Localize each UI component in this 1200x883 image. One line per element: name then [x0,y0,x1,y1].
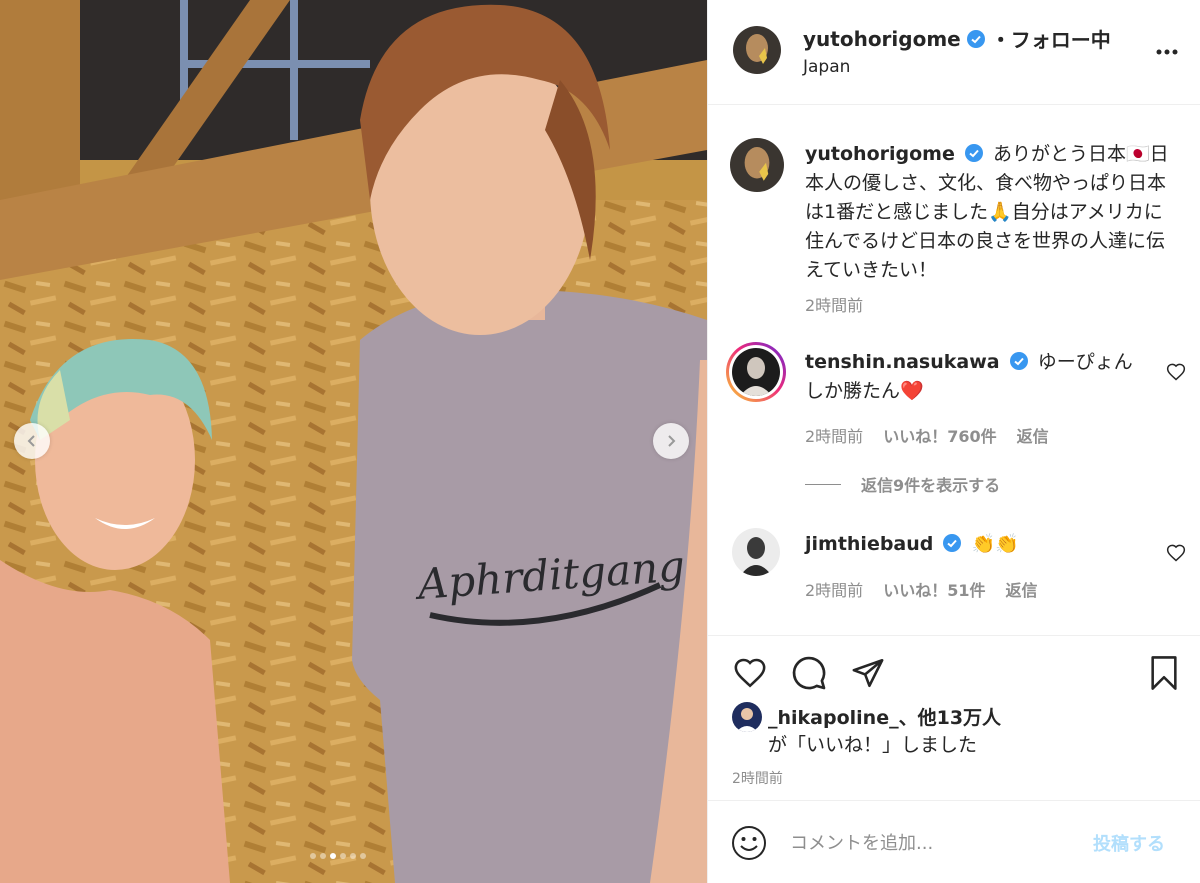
comment-meta: 2時間前 いいね！51件 返信 [805,577,1037,601]
post-timestamp[interactable]: 2時間前 [732,768,783,788]
post-comment-button[interactable]: 投稿する [1093,830,1165,856]
liker-username[interactable]: _hikapoline_ [768,707,899,729]
save-button[interactable] [1144,653,1184,693]
post-location[interactable]: Japan [803,57,850,77]
reply-button[interactable]: 返信 [1017,423,1049,447]
verified-badge-icon [1009,352,1028,370]
post-actions: _hikapoline_、他13万人 が「いいね！」しました 2時間前 [708,635,1200,795]
comment-item: tenshin.nasukawa ゆーぴょんしか勝たん❤️ [805,348,1145,406]
chevron-right-icon [668,435,676,447]
comments-list[interactable]: yutohorigome ありがとう日本🇯🇵日本人の優しさ、文化、食べ物やっぱり… [708,106,1200,634]
comment-avatar[interactable] [732,528,780,576]
follow-status[interactable]: ・フォロー中 [991,24,1111,53]
comment-likes[interactable]: いいね！760件 [883,423,996,447]
comment-time[interactable]: 2時間前 [805,423,863,447]
verified-badge-icon [966,29,985,48]
more-options-button[interactable] [1155,40,1179,64]
paper-plane-icon [852,658,884,688]
comment-button[interactable] [789,653,829,693]
view-replies-button[interactable]: 返信9件を表示する [805,472,1000,496]
author-username[interactable]: yutohorigome [803,27,961,51]
comment-username[interactable]: jimthiebaud [805,533,933,555]
carousel-dot [330,853,336,859]
comment-item: jimthiebaud 👏👏 [805,530,1145,559]
story-ring[interactable] [726,342,786,402]
chevron-left-icon [27,435,35,447]
comment-likes[interactable]: いいね！51件 [883,577,985,601]
heart-outline-icon [1166,363,1186,381]
emoji-button[interactable] [730,824,768,862]
comment-text: 👏👏 [971,533,1019,555]
comment-time[interactable]: 2時間前 [805,577,863,601]
likes-count[interactable]: 、他13万人 [899,707,1001,729]
post-side-panel: yutohorigome ・フォロー中 Japan yutohorigome あ… [707,0,1200,883]
replies-divider [805,483,841,485]
add-comment-bar: 投稿する [708,800,1200,883]
verified-badge-icon [964,144,983,162]
post-photo[interactable]: Aphrditgang [0,0,707,883]
heart-icon [734,658,766,688]
carousel-dots [310,853,366,859]
view-replies-label: 返信9件を表示する [861,476,1001,495]
caption-avatar[interactable] [730,138,784,192]
likes-summary: _hikapoline_、他13万人 が「いいね！」しました [768,705,1068,759]
verified-badge-icon [943,534,962,552]
comment-meta: 2時間前 いいね！760件 返信 [805,423,1049,447]
share-button[interactable] [848,653,888,693]
carousel-dot [320,853,326,859]
author-username-row: yutohorigome ・フォロー中 [803,24,1111,53]
smiley-icon [732,826,766,860]
carousel-dot [310,853,316,859]
carousel-next-button[interactable] [653,423,689,459]
author-avatar[interactable] [733,26,781,74]
comment-username[interactable]: tenshin.nasukawa [805,351,1000,373]
carousel-dot [340,853,346,859]
caption-username[interactable]: yutohorigome [805,143,955,165]
carousel-dot [360,853,366,859]
carousel-prev-button[interactable] [14,423,50,459]
comment-like-button[interactable] [1166,543,1188,565]
reply-button[interactable]: 返信 [1005,577,1037,601]
comment-like-button[interactable] [1166,362,1188,384]
like-button[interactable] [730,653,770,693]
comment-input[interactable] [790,825,1080,861]
carousel-dot [350,853,356,859]
post-caption: yutohorigome ありがとう日本🇯🇵日本人の優しさ、文化、食べ物やっぱり… [805,140,1180,285]
caption-time[interactable]: 2時間前 [805,292,863,316]
more-horizontal-icon [1156,49,1178,55]
likes-suffix: が「いいね！」しました [768,734,978,756]
comment-icon [792,656,826,690]
liker-avatar[interactable] [732,702,762,732]
photo-scene: Aphrditgang [0,0,707,883]
bookmark-icon [1151,656,1177,690]
comment-avatar [732,348,780,396]
heart-outline-icon [1166,544,1186,562]
caption-meta: 2時間前 [805,292,863,316]
post-header: yutohorigome ・フォロー中 Japan [708,0,1200,105]
